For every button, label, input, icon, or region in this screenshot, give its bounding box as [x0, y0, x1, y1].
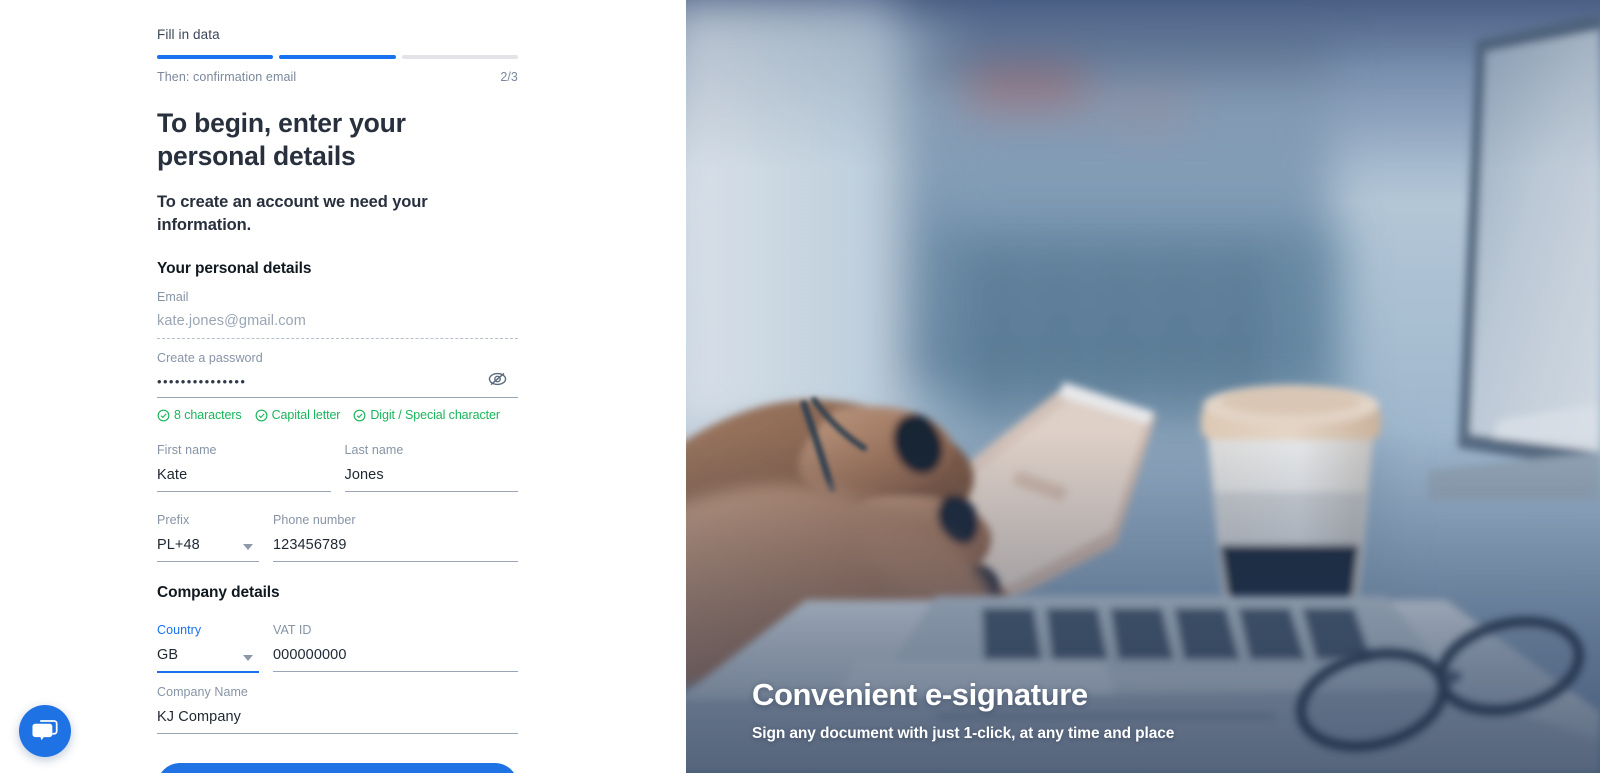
stepper-bars — [157, 55, 518, 59]
country-select[interactable]: Country GB — [157, 611, 259, 674]
password-rule-label: Digit / Special character — [370, 408, 500, 423]
email-value: kate.jones@gmail.com — [157, 314, 306, 330]
password-rule: Digit / Special character — [353, 408, 500, 422]
company-name-label: Company Name — [157, 685, 248, 700]
country-label: Country — [157, 623, 202, 638]
first-name-field[interactable]: First name Kate — [157, 431, 331, 493]
phone-number-field[interactable]: Phone number 123456789 — [273, 501, 518, 563]
form-container: Fill in data Then: confirmation email 2/… — [157, 0, 518, 773]
password-value[interactable]: ••••••••••••••• — [157, 375, 518, 397]
promo-text-block: Convenient e-signature Sign any document… — [752, 676, 1512, 743]
company-name-field[interactable]: Company Name KJ Company — [157, 673, 518, 735]
email-label: Email — [157, 289, 189, 304]
page-title: To begin, enter your personal details — [157, 108, 406, 172]
promo-title: Convenient e-signature — [752, 676, 1088, 712]
eye-off-icon[interactable] — [486, 368, 508, 390]
password-label: Create a password — [157, 350, 263, 365]
section-personal-details: Your personal details — [157, 259, 312, 277]
last-name-value[interactable]: Jones — [345, 468, 519, 492]
form-column: Fill in data Then: confirmation email 2/… — [0, 0, 686, 773]
last-name-label: Last name — [344, 443, 404, 458]
check-circle-icon — [255, 409, 268, 422]
stepper-title: Fill in data — [157, 27, 220, 42]
email-field: Email kate.jones@gmail.com — [157, 278, 518, 339]
next-button[interactable]: Next — [157, 763, 518, 773]
first-name-value[interactable]: Kate — [157, 468, 331, 492]
vat-id-label: VAT ID — [273, 623, 312, 638]
chat-bubbles-icon — [32, 720, 58, 741]
chevron-down-icon[interactable] — [243, 655, 253, 662]
prefix-label: Prefix — [157, 513, 190, 528]
stepper-footer: Then: confirmation email 2/3 — [157, 70, 518, 84]
first-name-label: First name — [157, 443, 217, 458]
stepper-bar-3 — [401, 55, 518, 59]
stepper-bar-1 — [157, 55, 274, 59]
last-name-field[interactable]: Last name Jones — [344, 431, 519, 493]
section-company-details: Company details — [157, 584, 280, 602]
password-rule: Capital letter — [255, 408, 341, 423]
password-rule-label: 8 characters — [174, 408, 242, 423]
country-vat-row: Country GB VAT ID 000000000 — [157, 611, 518, 674]
last-name-underline — [344, 491, 518, 493]
phone-number-value[interactable]: 123456789 — [273, 538, 518, 562]
chevron-down-icon[interactable] — [243, 544, 253, 551]
promo-gradient-overlay — [686, 0, 1600, 773]
vat-id-underline — [273, 671, 518, 673]
check-circle-icon — [157, 409, 170, 422]
password-field[interactable]: Create a password ••••••••••••••• — [157, 339, 518, 399]
promo-panel: Convenient e-signature Sign any document… — [686, 0, 1600, 773]
check-circle-icon — [353, 409, 366, 422]
stepper-counter: 2/3 — [500, 70, 518, 84]
progress-stepper: Fill in data Then: confirmation email 2/… — [157, 0, 518, 84]
stepper-next-label: Then: confirmation email — [157, 70, 297, 84]
stepper-bar-2 — [279, 55, 396, 59]
vat-id-field[interactable]: VAT ID 000000000 — [273, 611, 518, 673]
page-subtitle: To create an account we need your inform… — [157, 192, 428, 235]
phone-number-label: Phone number — [273, 513, 356, 528]
password-rule-label: Capital letter — [271, 408, 341, 423]
password-underline — [157, 397, 518, 399]
first-name-underline — [157, 491, 331, 493]
name-row: First name Kate Last name Jones — [157, 431, 519, 493]
chat-widget-button[interactable] — [19, 705, 71, 757]
company-name-underline — [157, 733, 518, 735]
prefix-select[interactable]: Prefix PL+48 — [157, 501, 259, 563]
phone-row: Prefix PL+48 Phone number 123456789 — [157, 501, 518, 563]
company-name-value[interactable]: KJ Company — [157, 710, 518, 734]
vat-id-value[interactable]: 000000000 — [273, 648, 518, 672]
phone-number-underline — [273, 561, 518, 563]
promo-subtitle: Sign any document with just 1-click, at … — [752, 725, 1175, 742]
signup-page: Fill in data Then: confirmation email 2/… — [0, 0, 1600, 773]
prefix-underline — [157, 561, 259, 563]
password-rule: 8 characters — [157, 408, 242, 422]
password-requirements: 8 characters Capital letter Digit / Spec… — [157, 408, 518, 422]
